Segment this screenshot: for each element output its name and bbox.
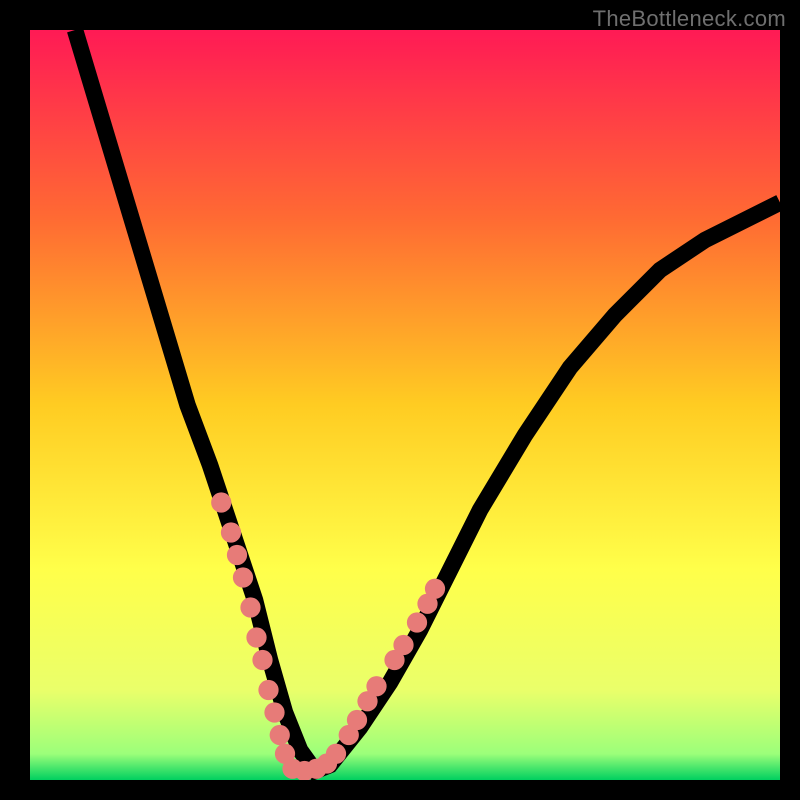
marker-dot	[227, 545, 247, 565]
marker-dot	[407, 612, 427, 632]
marker-dot	[326, 744, 346, 764]
marker-dot	[221, 522, 241, 542]
marker-dot	[270, 725, 290, 745]
marker-dot	[258, 680, 278, 700]
watermark-text: TheBottleneck.com	[593, 6, 786, 32]
marker-dot	[246, 627, 266, 647]
marker-dot	[425, 579, 445, 599]
marker-dot	[211, 492, 231, 512]
marker-dot	[240, 597, 260, 617]
marker-dot	[233, 567, 253, 587]
marker-dot	[366, 676, 386, 696]
marker-dot	[252, 650, 272, 670]
chart-canvas	[30, 30, 780, 780]
marker-dot	[264, 702, 284, 722]
chart-frame: TheBottleneck.com	[0, 0, 800, 800]
marker-dot	[347, 710, 367, 730]
marker-dot	[393, 635, 413, 655]
